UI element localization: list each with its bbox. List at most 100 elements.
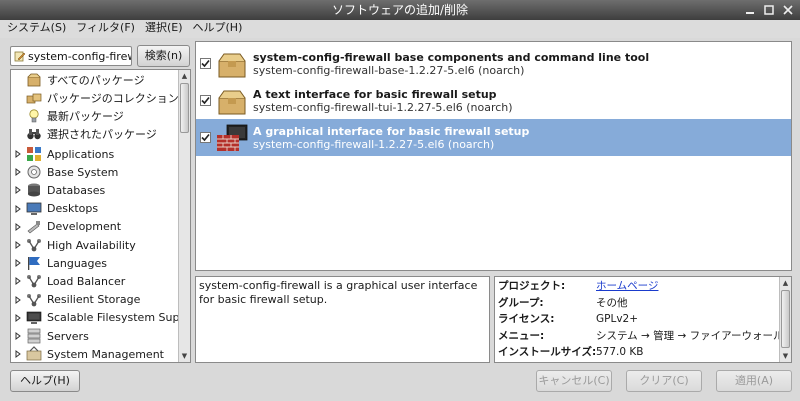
minimize-button[interactable]: [742, 2, 758, 18]
window-title: ソフトウェアの追加/削除: [331, 3, 469, 17]
package-icon: [27, 73, 41, 87]
group-tree: すべてのパッケージ パッケージのコレクション最新パッケージ選択されたパッケージ Ap…: [10, 69, 191, 363]
menu-system[interactable]: システム(S): [2, 20, 71, 38]
homepage-link[interactable]: ホームページ: [596, 278, 774, 295]
package-row[interactable]: system-config-firewall base components a…: [196, 45, 791, 82]
group-item-5[interactable]: High Availability: [11, 236, 179, 254]
detail-value: その他: [596, 296, 628, 309]
scroll-thumb[interactable]: [180, 83, 189, 133]
network-icon: [27, 275, 41, 288]
expand-arrow-icon[interactable]: [14, 350, 22, 359]
group-item-label: High Availability: [47, 238, 136, 252]
group-item-7[interactable]: Load Balancer: [11, 272, 179, 290]
expand-arrow-icon[interactable]: [14, 295, 22, 304]
expand-arrow-icon[interactable]: [14, 241, 22, 249]
search-input[interactable]: [28, 49, 131, 63]
pane-splitter[interactable]: ⋮: [192, 189, 200, 204]
group-item-11[interactable]: System Management: [11, 345, 179, 362]
detail-row: プロジェクト: ホームページ: [498, 278, 774, 295]
cancel-button[interactable]: キャンセル(C): [536, 370, 612, 392]
menu-select[interactable]: 選択(E): [140, 20, 188, 38]
menu-filter[interactable]: フィルタ(F): [71, 20, 140, 38]
binoculars-icon: [27, 129, 41, 140]
scroll-down-icon[interactable]: ▼: [179, 350, 190, 362]
network-icon: [27, 239, 41, 252]
detail-row: グループ: その他: [498, 295, 774, 312]
details-scrollbar[interactable]: ▲ ▼: [779, 277, 791, 362]
expand-arrow-icon[interactable]: [14, 186, 22, 195]
group-list-scrollbar[interactable]: ▲ ▼: [178, 70, 190, 362]
collection-icon: [26, 93, 42, 104]
group-item-1[interactable]: Base System: [11, 163, 179, 181]
left-item-0[interactable]: すべてのパッケージ: [11, 71, 179, 89]
maximize-icon: [764, 5, 774, 15]
apply-button[interactable]: 適用(A): [716, 370, 792, 392]
group-item-9[interactable]: Scalable Filesystem Support: [11, 309, 190, 327]
box-icon: [218, 90, 246, 114]
expand-arrow-icon[interactable]: [14, 332, 22, 340]
check-icon: [201, 133, 210, 142]
expand-arrow-icon[interactable]: [14, 222, 22, 231]
detail-key: メニュー:: [498, 329, 545, 342]
desktop-icon: [26, 202, 42, 215]
close-button[interactable]: [780, 2, 796, 18]
firewall-icon: [217, 124, 248, 151]
detail-key: インストールサイズ:: [498, 346, 597, 359]
scroll-down-icon[interactable]: ▼: [780, 350, 791, 362]
group-item-label: Resilient Storage: [47, 293, 141, 307]
minimize-icon: [746, 12, 754, 14]
detail-value: 577.0 KB: [596, 346, 644, 359]
group-item-label: Languages: [47, 256, 108, 270]
lightbulb-icon: [29, 109, 39, 123]
expand-arrow-icon[interactable]: [14, 277, 22, 286]
group-item-6[interactable]: Languages: [11, 254, 179, 272]
monitor-icon: [26, 311, 42, 324]
expand-arrow-icon[interactable]: [14, 259, 22, 268]
expand-arrow-icon[interactable]: [14, 313, 22, 322]
applications-icon: [27, 147, 41, 161]
group-item-2[interactable]: Databases: [11, 181, 179, 199]
expand-arrow-icon[interactable]: [14, 204, 22, 213]
maximize-button[interactable]: [761, 2, 777, 18]
expand-arrow-icon[interactable]: [14, 150, 22, 158]
scroll-thumb[interactable]: [781, 290, 790, 348]
scroll-up-icon[interactable]: ▲: [780, 277, 791, 289]
package-checkbox[interactable]: [200, 95, 211, 106]
left-item-1[interactable]: パッケージのコレクション: [11, 89, 179, 107]
left-item-label: 選択されたパッケージ: [47, 128, 157, 141]
group-item-label: Applications: [47, 147, 115, 161]
scroll-up-icon[interactable]: ▲: [179, 70, 190, 82]
check-icon: [201, 96, 210, 105]
package-summary: system-config-firewall base components a…: [253, 50, 650, 64]
package-name: system-config-firewall-1.2.27-5.el6 (noa…: [253, 137, 495, 151]
package-checkbox[interactable]: [200, 132, 211, 143]
package-checkbox[interactable]: [200, 58, 211, 69]
group-item-4[interactable]: Development: [11, 218, 179, 236]
search-box[interactable]: [10, 46, 132, 66]
package-details: プロジェクト: ホームページ グループ: その他 ライセンス: GPLv2+ メニュー: シス…: [494, 276, 792, 363]
menu-help[interactable]: ヘルプ(H): [188, 20, 248, 38]
group-item-3[interactable]: Desktops: [11, 200, 179, 218]
group-item-label: Load Balancer: [47, 274, 126, 288]
help-button[interactable]: ヘルプ(H): [10, 370, 80, 392]
network-icon: [27, 293, 41, 306]
package-row[interactable]: A text interface for basic firewall setu…: [196, 82, 791, 119]
package-summary: A text interface for basic firewall setu…: [253, 87, 497, 101]
group-item-0[interactable]: Applications: [11, 145, 179, 163]
clear-button[interactable]: クリア(C): [626, 370, 702, 392]
detail-row: インストールサイズ: 577.0 KB: [498, 344, 774, 361]
search-button[interactable]: 検索(n): [137, 45, 190, 67]
group-item-10[interactable]: Servers: [11, 327, 179, 345]
server-icon: [27, 328, 41, 344]
menu-bar: システム(S) フィルタ(F) 選択(E) ヘルプ(H): [0, 20, 800, 38]
group-item-8[interactable]: Resilient Storage: [11, 291, 179, 309]
detail-key: グループ:: [498, 296, 544, 309]
expand-arrow-icon[interactable]: [14, 168, 22, 177]
package-row[interactable]: A graphical interface for basic firewall…: [196, 119, 791, 156]
left-item-label: 最新パッケージ: [47, 110, 124, 123]
group-list: すべてのパッケージ パッケージのコレクション最新パッケージ選択されたパッケージ Ap…: [11, 70, 190, 362]
group-item-label: Base System: [47, 165, 119, 179]
left-item-2[interactable]: 最新パッケージ: [11, 107, 179, 125]
package-name: system-config-firewall-tui-1.2.27-5.el6 …: [253, 100, 513, 114]
left-item-3[interactable]: 選択されたパッケージ: [11, 125, 179, 143]
